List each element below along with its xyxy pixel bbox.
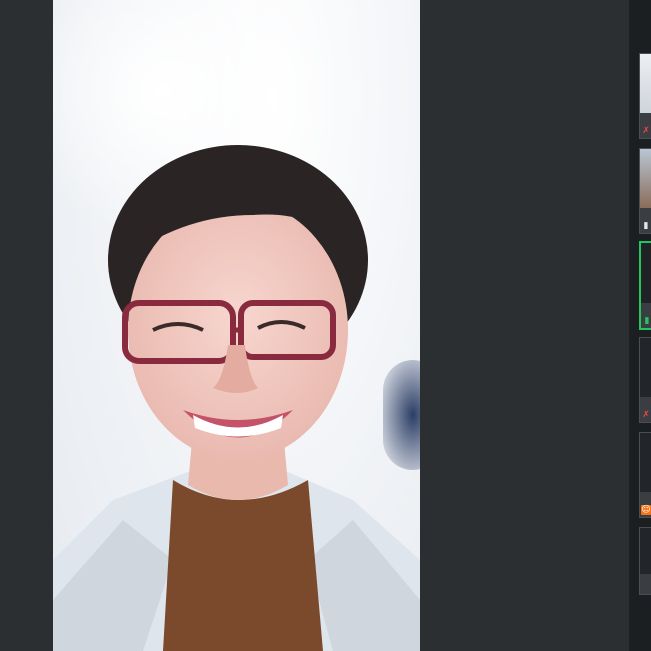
participant-thumbnail-4[interactable]: ✗ <box>639 337 651 423</box>
mic-muted-icon: ✗ <box>642 126 650 136</box>
participant-video-image <box>53 145 420 651</box>
person-icon: ☺ <box>641 505 651 515</box>
participant-video <box>640 54 651 113</box>
participant-thumbnail-5[interactable]: ☺ <box>639 432 651 518</box>
participant-video <box>640 149 651 208</box>
main-video-feed[interactable] <box>53 0 420 651</box>
participant-video <box>640 338 651 397</box>
participant-thumbnail-3-speaking[interactable]: ▮ <box>639 241 651 330</box>
participant-thumbnail-2[interactable]: ▮ <box>639 148 651 234</box>
mic-active-icon: ▮ <box>644 316 650 326</box>
mic-icon: ▮ <box>643 221 649 231</box>
participant-thumbnail-1[interactable]: ✗ <box>639 53 651 139</box>
video-stage <box>0 0 629 651</box>
participant-thumbnail-6[interactable] <box>639 527 651 595</box>
participant-video <box>640 433 651 492</box>
participant-video <box>640 528 651 575</box>
participant-video <box>641 243 651 303</box>
mic-muted-icon: ✗ <box>642 410 650 420</box>
